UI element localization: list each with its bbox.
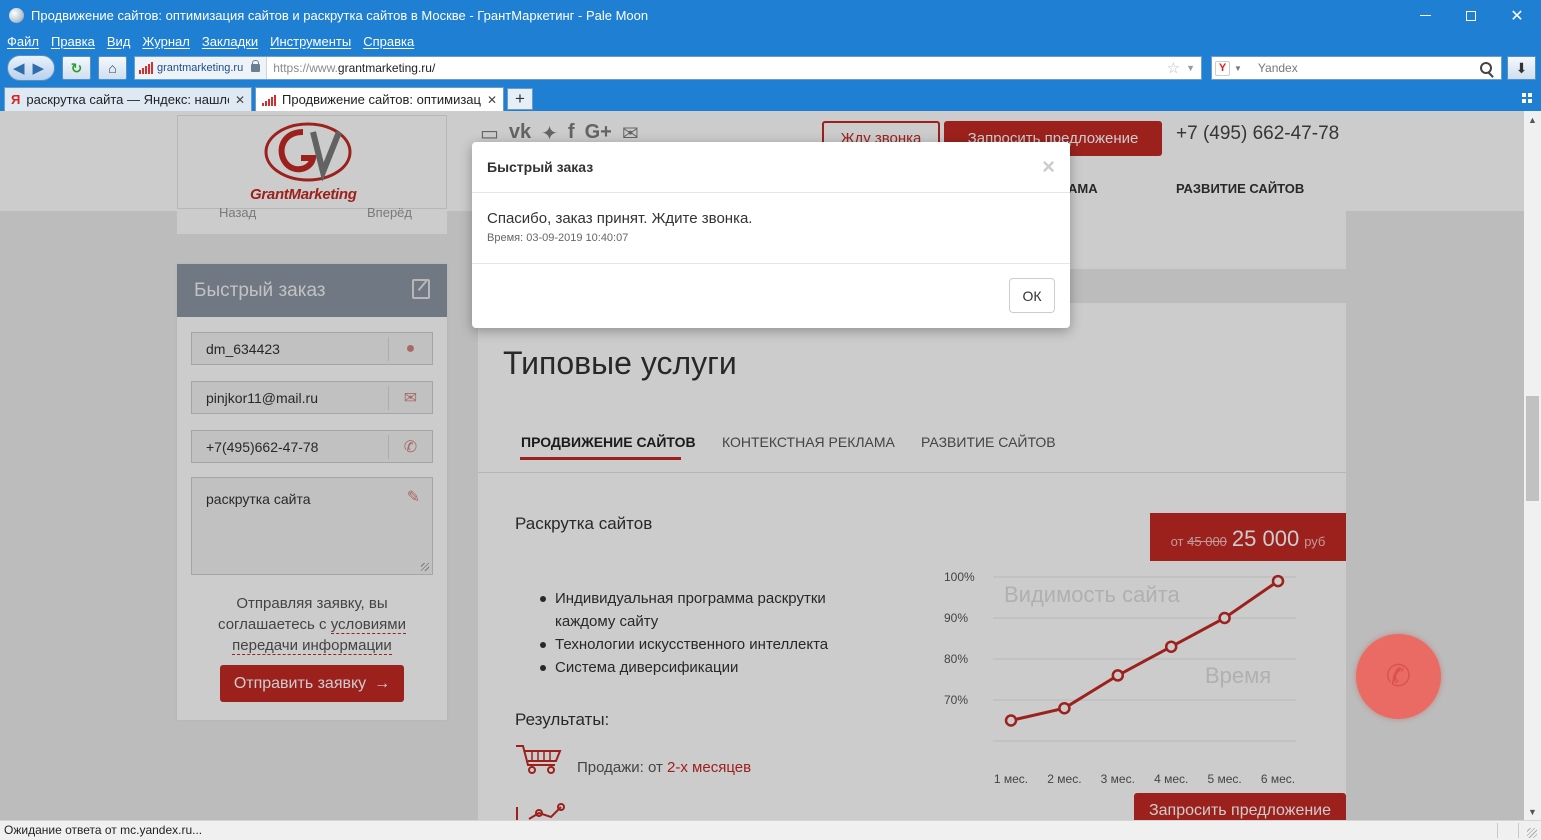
tab-close-icon[interactable]: ✕ [235,93,245,107]
yandex-favicon-icon: Я [11,92,21,107]
dialog-header: Быстрый заказ × [472,142,1070,193]
url-dropdown-icon[interactable]: ▼ [1186,63,1195,73]
menu-bookmarks[interactable]: Закладки [202,34,258,49]
url-input[interactable]: https://www.grantmarketing.ru/ [267,61,1166,75]
yandex-icon[interactable]: Y [1215,60,1230,76]
engine-dropdown-icon[interactable]: ▼ [1234,64,1242,73]
menu-edit[interactable]: Правка [51,34,95,49]
site-favicon-icon [262,94,276,106]
maximize-icon [1466,10,1476,21]
status-text: Ожидание ответа от mc.yandex.ru... [4,823,203,837]
lock-icon [251,60,261,72]
bookmark-star-icon[interactable]: ☆ [1167,59,1180,77]
url-host: grantmarketing.ru/ [337,61,436,75]
search-input[interactable]: Yandex [1258,61,1480,75]
tab-close-icon[interactable]: ✕ [487,93,497,107]
minimize-icon [1419,15,1431,16]
search-bar[interactable]: Y ▼ Yandex [1211,56,1502,80]
home-icon: ⌂ [108,60,117,76]
url-bar[interactable]: grantmarketing.ru https://www.grantmarke… [134,56,1202,80]
scroll-down-icon[interactable]: ▼ [1528,807,1537,817]
scroll-up-icon[interactable]: ▲ [1528,115,1537,125]
menu-history[interactable]: Журнал [142,34,189,49]
page-scrollbar[interactable]: ▲ ▼ [1524,111,1541,820]
reload-icon: ↻ [70,59,83,76]
web-page: GrantMarketing ▭ vk ✦ f G+ ✉ Жду звонка … [0,111,1524,820]
phone-icon: ✆ [1385,660,1412,693]
site-identity-label: grantmarketing.ru [157,62,244,74]
callback-widget-button[interactable]: ✆ [1356,634,1441,719]
menu-file[interactable]: Файл [7,34,39,49]
back-arrow-icon[interactable]: ◀ [13,59,25,77]
order-confirmation-dialog: Быстрый заказ × Спасибо, заказ принят. Ж… [472,142,1070,328]
reload-button[interactable]: ↻ [62,56,91,80]
close-window-button[interactable]: ✕ [1494,0,1540,31]
plus-icon: + [515,89,525,108]
maximize-button[interactable] [1448,0,1494,31]
ok-button[interactable]: ОК [1009,278,1055,313]
tab-yandex-search[interactable]: Я раскрутка сайта — Яндекс: нашло... ✕ [4,87,252,111]
dialog-title: Быстрый заказ [487,159,594,175]
menu-view[interactable]: Вид [107,34,131,49]
title-bar: Продвижение сайтов: оптимизация сайтов и… [0,0,1541,31]
home-button[interactable]: ⌂ [98,56,127,80]
scroll-thumb[interactable] [1526,396,1539,501]
tab-bar: Я раскрутка сайта — Яндекс: нашло... ✕ П… [0,85,1541,111]
status-separator [1497,823,1498,838]
dialog-message: Спасибо, заказ принят. Ждите звонка. [487,210,753,227]
url-prefix: https://www. [273,61,338,75]
forward-arrow-icon[interactable]: ▶ [33,59,45,77]
dialog-body: Спасибо, заказ принят. Ждите звонка. Вре… [472,193,1070,264]
new-tab-button[interactable]: + [507,88,533,110]
dialog-close-icon[interactable]: × [1042,154,1055,180]
window-resize-grip-icon[interactable] [1527,828,1537,838]
back-forward-group: ◀ ▶ [7,55,55,81]
pale-moon-icon [9,8,24,23]
dialog-timestamp: Время: 03-09-2019 10:40:07 [487,232,629,244]
window-title: Продвижение сайтов: оптимизация сайтов и… [31,8,649,23]
downloads-button[interactable]: ⬇ [1507,56,1536,80]
close-icon: ✕ [1510,7,1524,25]
site-identity-badge[interactable]: grantmarketing.ru [135,57,268,79]
menu-bar: Файл Правка Вид Журнал Закладки Инструме… [0,31,1541,51]
tab-label: Продвижение сайтов: оптимизац... [282,92,481,107]
search-icon[interactable] [1480,62,1492,74]
tab-grantmarketing[interactable]: Продвижение сайтов: оптимизац... ✕ [255,87,504,111]
list-all-tabs-icon[interactable] [1521,92,1533,104]
navigation-toolbar: ◀ ▶ ↻ ⌂ grantmarketing.ru https://www.gr… [0,51,1541,85]
minimize-button[interactable] [1402,0,1448,31]
site-favicon-icon [139,62,153,74]
status-bar: Ожидание ответа от mc.yandex.ru... [0,820,1541,840]
download-arrow-icon: ⬇ [1515,59,1528,76]
tab-label: раскрутка сайта — Яндекс: нашло... [26,92,229,107]
status-separator [1518,823,1519,838]
menu-help[interactable]: Справка [363,34,414,49]
menu-tools[interactable]: Инструменты [270,34,351,49]
